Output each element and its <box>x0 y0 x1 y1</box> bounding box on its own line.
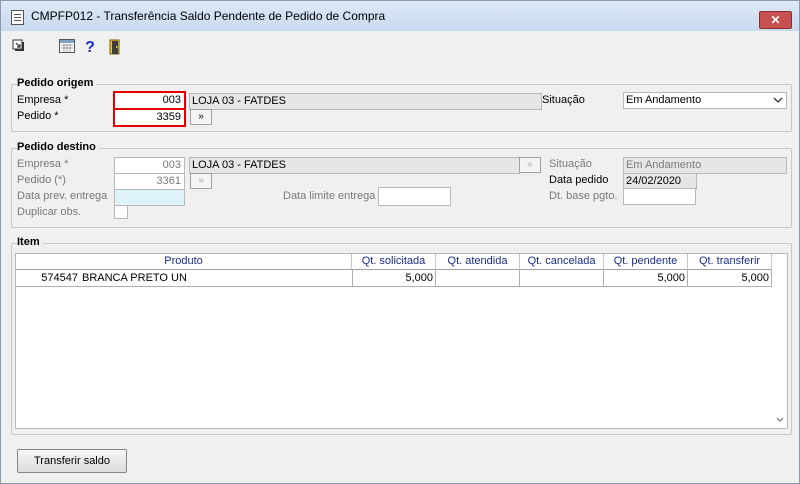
exit-door-icon[interactable] <box>106 39 124 57</box>
scroll-down-icon[interactable] <box>776 416 784 425</box>
origem-empresa-name: LOJA 03 - FATDES <box>189 93 542 110</box>
destino-empresa-label: Empresa * <box>17 158 69 170</box>
item-legend: Item <box>17 236 43 248</box>
chevron-down-icon <box>773 94 783 108</box>
destino-empresa-lookup-button[interactable]: » <box>519 157 541 173</box>
origem-situacao-label: Situação <box>542 94 585 106</box>
export-icon[interactable] <box>10 39 28 57</box>
origem-pedido-label: Pedido * <box>17 110 59 122</box>
destino-data-limite-input[interactable] <box>378 187 451 206</box>
destino-duplicar-checkbox[interactable] <box>114 205 128 219</box>
column-header-qt-solicitada[interactable]: Qt. solicitada <box>352 254 436 270</box>
column-header-qt-atendida[interactable]: Qt. atendida <box>436 254 520 270</box>
column-header-produto[interactable]: Produto <box>16 254 352 270</box>
close-button[interactable]: ✕ <box>759 11 792 29</box>
destino-empresa-name: LOJA 03 - FATDES <box>189 157 520 174</box>
origem-situacao-value: Em Andamento <box>626 94 702 106</box>
origem-legend: Pedido origem <box>17 77 97 89</box>
origem-situacao-select[interactable]: Em Andamento <box>623 92 787 109</box>
cell-qt-atendida <box>436 270 520 287</box>
cell-qt-solicitada: 5,000 <box>352 270 436 287</box>
destino-situacao-input: Em Andamento <box>623 157 787 174</box>
destino-empresa-input[interactable]: 003 <box>114 157 185 174</box>
cell-qt-transferir[interactable]: 5,000 <box>688 270 772 287</box>
main-window: CMPFP012 - Transferência Saldo Pendente … <box>0 0 800 484</box>
origem-go-button[interactable]: » <box>190 109 212 125</box>
cell-qt-pendente: 5,000 <box>604 270 688 287</box>
origem-empresa-label: Empresa * <box>17 94 69 106</box>
cell-produto: BRANCA PRETO UN <box>80 270 353 287</box>
destino-pedido-label: Pedido (*) <box>17 174 66 186</box>
destino-data-pedido-label: Data pedido <box>549 174 609 186</box>
item-grid[interactable]: Produto Qt. solicitada Qt. atendida Qt. … <box>15 253 788 429</box>
cell-qt-cancelada <box>520 270 604 287</box>
document-icon <box>11 10 24 25</box>
destino-dt-base-label: Dt. base pgto. <box>549 190 618 202</box>
help-icon[interactable]: ? <box>81 39 99 57</box>
destino-pedido-lookup-button[interactable]: » <box>190 173 212 189</box>
destino-legend: Pedido destino <box>17 141 99 153</box>
destino-data-prev-label: Data prev. entrega <box>17 190 108 202</box>
transferir-saldo-button[interactable]: Transferir saldo <box>17 449 127 473</box>
calculator-icon[interactable] <box>58 39 76 57</box>
destino-pedido-input[interactable]: 3361 <box>114 173 185 190</box>
origem-pedido-input[interactable]: 3359 <box>113 108 186 127</box>
column-header-qt-cancelada[interactable]: Qt. cancelada <box>520 254 604 270</box>
destino-duplicar-label: Duplicar obs. <box>17 206 82 218</box>
column-header-qt-pendente[interactable]: Qt. pendente <box>604 254 688 270</box>
destino-situacao-label: Situação <box>549 158 592 170</box>
window-title: CMPFP012 - Transferência Saldo Pendente … <box>31 9 386 23</box>
title-bar: CMPFP012 - Transferência Saldo Pendente … <box>1 1 799 31</box>
destino-data-prev-input[interactable] <box>114 189 185 206</box>
destino-dt-base-input[interactable] <box>623 188 696 205</box>
destino-data-limite-label: Data limite entrega <box>283 190 376 202</box>
cell-codigo: 574547 <box>16 270 80 287</box>
column-header-qt-transferir[interactable]: Qt. transferir <box>688 254 772 270</box>
